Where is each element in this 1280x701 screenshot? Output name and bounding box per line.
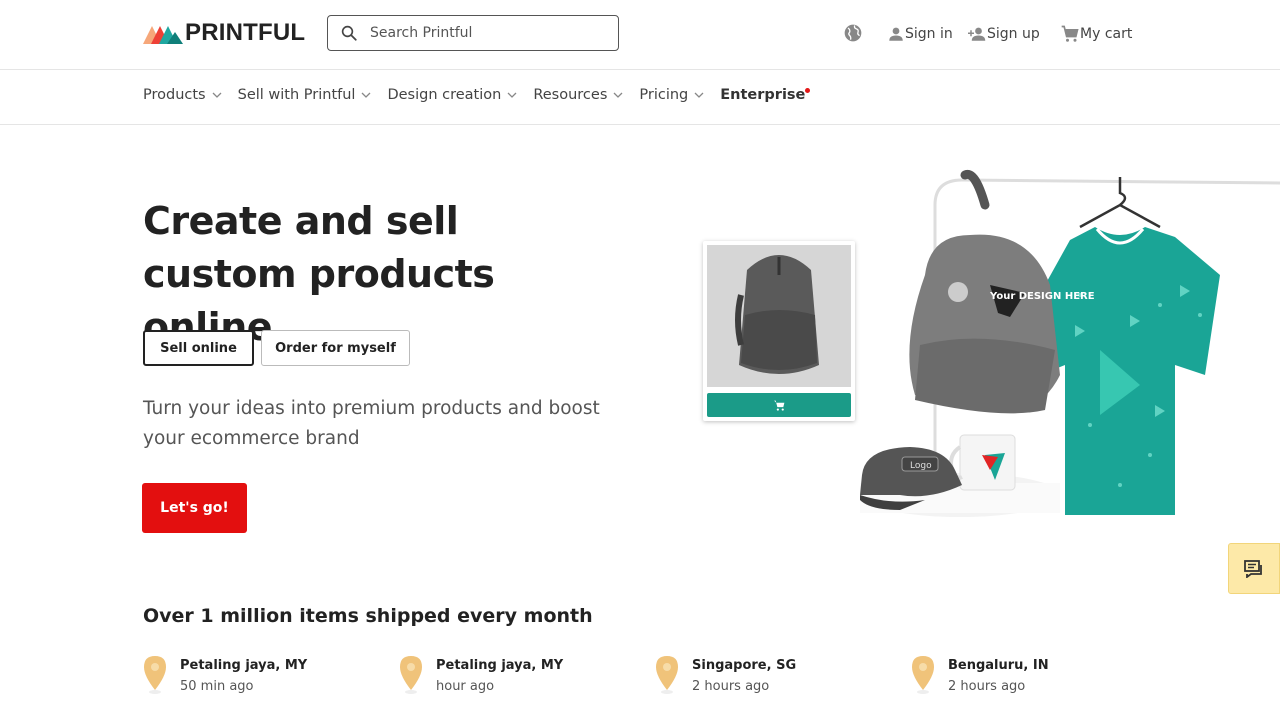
- nav-item-label: Enterprise: [720, 87, 806, 103]
- shipment-city: Singapore, SG: [692, 658, 797, 673]
- cart-label: My cart: [1080, 26, 1133, 42]
- new-badge-dot: [805, 88, 811, 93]
- location-pin-icon: [912, 656, 934, 694]
- nav-enterprise[interactable]: Enterprise: [720, 87, 811, 103]
- shipment-time: 50 min ago: [180, 679, 254, 694]
- nav-item-label: Pricing: [639, 87, 689, 103]
- chat-icon: [1244, 559, 1262, 578]
- shipment-item: Singapore, SG 2 hours ago: [655, 655, 855, 701]
- chat-widget-button[interactable]: [1228, 543, 1280, 594]
- nav-design-creation[interactable]: Design creation: [387, 87, 517, 103]
- chevron-down-icon: [694, 92, 704, 98]
- chevron-down-icon: [507, 92, 517, 98]
- top-header: PRINTFUL Sign in Sign up: [0, 0, 1280, 70]
- shipment-time: 2 hours ago: [692, 679, 770, 694]
- main-nav: Products Sell with Printful Design creat…: [0, 70, 1280, 125]
- language-selector[interactable]: [843, 23, 863, 47]
- sign-in-link[interactable]: Sign in: [887, 22, 953, 46]
- location-pin-icon: [656, 656, 678, 694]
- nav-resources[interactable]: Resources: [533, 87, 623, 103]
- shipment-item: Petaling jaya, MY hour ago: [399, 655, 599, 701]
- shipment-city: Petaling jaya, MY: [180, 658, 308, 673]
- nav-item-label: Design creation: [387, 87, 502, 103]
- product-card[interactable]: [703, 241, 855, 421]
- nav-sell-with-printful[interactable]: Sell with Printful: [238, 87, 372, 103]
- sell-online-toggle[interactable]: Sell online: [143, 330, 254, 366]
- sign-up-label: Sign up: [987, 26, 1040, 42]
- cart-link[interactable]: My cart: [1060, 22, 1132, 46]
- order-for-myself-toggle[interactable]: Order for myself: [261, 330, 410, 366]
- search-icon: [341, 25, 357, 41]
- sign-up-link[interactable]: Sign up: [967, 22, 1040, 46]
- hero-subtitle: Turn your ideas into premium products an…: [143, 398, 600, 449]
- shipment-city: Petaling jaya, MY: [436, 658, 564, 673]
- nav-products[interactable]: Products: [143, 87, 222, 103]
- chevron-down-icon: [361, 92, 371, 98]
- lets-go-button[interactable]: Let's go!: [142, 483, 247, 533]
- shipment-time: 2 hours ago: [948, 679, 1026, 694]
- printful-logo[interactable]: PRINTFUL: [143, 19, 306, 46]
- shipped-title: Over 1 million items shipped every month: [143, 605, 593, 627]
- add-user-icon: [968, 27, 986, 41]
- nav-item-label: Resources: [533, 87, 608, 103]
- search-input[interactable]: [370, 25, 590, 41]
- user-icon: [889, 27, 903, 41]
- location-pin-icon: [144, 656, 166, 694]
- logo-text: PRINTFUL: [185, 19, 306, 46]
- shipment-item: Bengaluru, IN 2 hours ago: [911, 655, 1111, 701]
- nav-items: Products Sell with Printful Design creat…: [143, 87, 811, 103]
- backpack-image: [735, 255, 819, 374]
- nav-item-label: Products: [143, 87, 206, 103]
- logo-mark-icon: [143, 26, 183, 44]
- location-pin-icon: [400, 656, 422, 694]
- shipment-city: Bengaluru, IN: [948, 658, 1049, 673]
- cap-print-text: Logo: [910, 461, 932, 471]
- hero-illustration: Your DESIGN HERE Logo: [700, 165, 1280, 525]
- sign-in-label: Sign in: [905, 26, 953, 42]
- search-box[interactable]: [327, 15, 619, 51]
- nav-pricing[interactable]: Pricing: [639, 87, 704, 103]
- shipment-item: Petaling jaya, MY 50 min ago: [143, 655, 343, 701]
- globe-icon: [844, 24, 862, 42]
- chevron-down-icon: [212, 92, 222, 98]
- add-to-cart-button[interactable]: [707, 393, 851, 417]
- chevron-down-icon: [613, 92, 623, 98]
- backpack-thumbnail: [707, 245, 851, 387]
- cart-icon: [773, 400, 784, 411]
- shipment-time: hour ago: [436, 679, 495, 694]
- nav-item-label: Sell with Printful: [237, 87, 356, 103]
- backpack-print-text: Your DESIGN HERE: [989, 291, 1095, 302]
- cart-icon: [1061, 25, 1079, 42]
